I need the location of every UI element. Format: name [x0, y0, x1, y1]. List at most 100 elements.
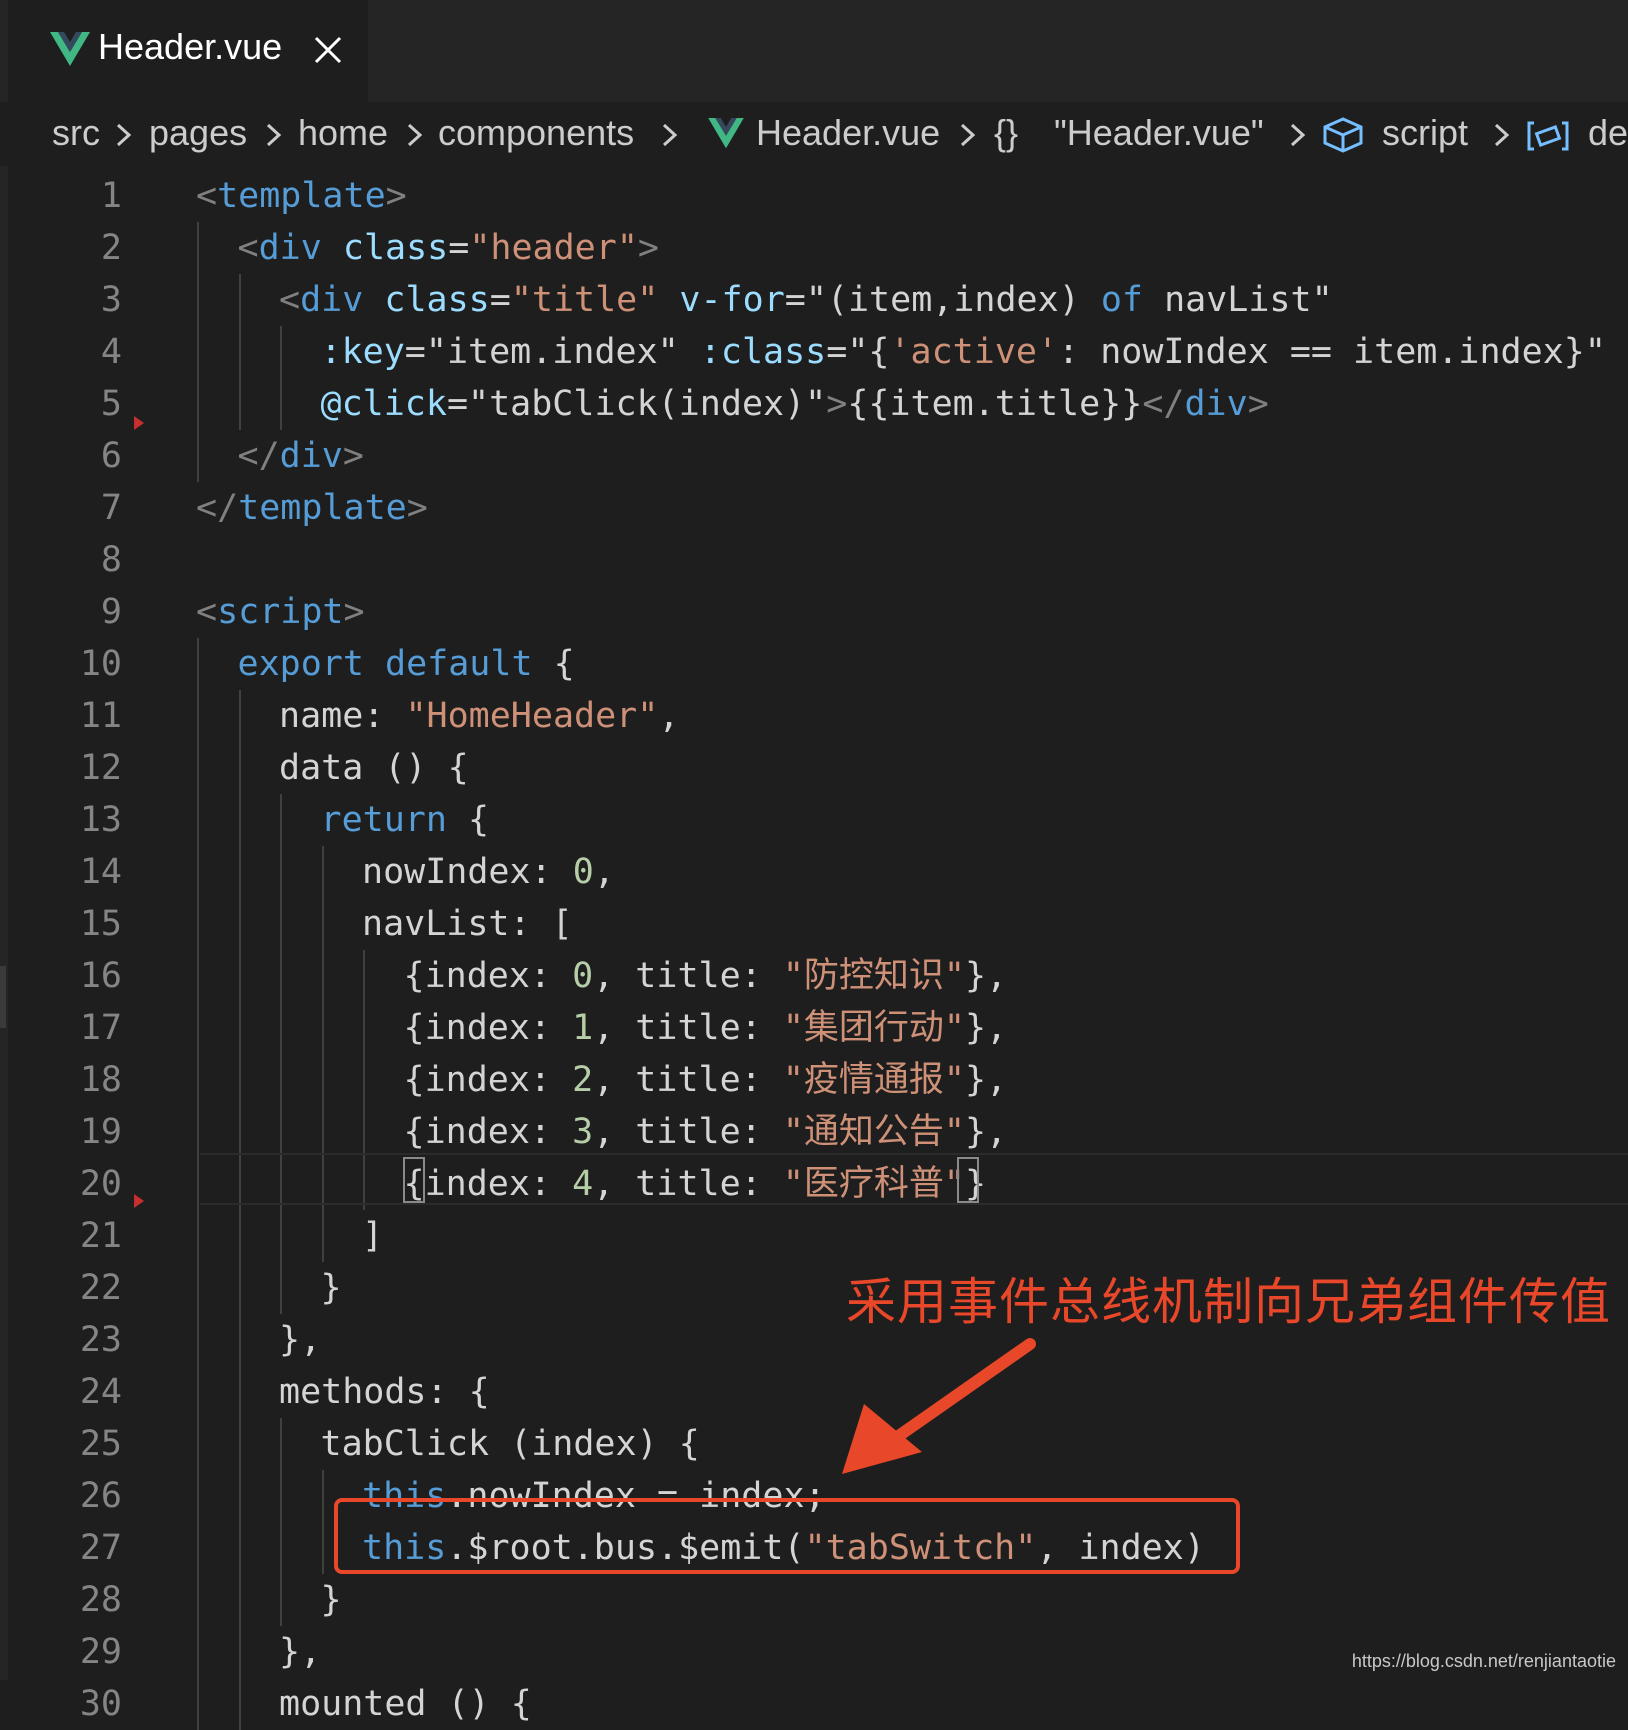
line-number: 13 [79, 800, 122, 840]
code-text: <div class="title" v-for="(item,index) o… [279, 274, 1333, 326]
code-token: > [826, 384, 848, 424]
code-token: }, [964, 1112, 1008, 1152]
line-number: 6 [100, 436, 122, 476]
code-line[interactable]: 3 <div class="title" v-for="(item,index) … [0, 274, 1628, 326]
code-text: mounted () { [279, 1678, 532, 1730]
breadcrumb-default[interactable]: de [1588, 112, 1628, 154]
line-number: 8 [100, 540, 122, 580]
code-line[interactable]: 20 {index: 4, title: "医疗科普"} [0, 1158, 1628, 1210]
code-line[interactable]: 21] [0, 1210, 1628, 1262]
code-token: , title: [593, 1060, 783, 1100]
code-editor[interactable]: 1 <template> 2 <div class="header"> 3 <div cl… [0, 166, 1628, 1730]
code-token: ="tabClick(index)" [446, 384, 827, 424]
tab-label: Header.vue [98, 26, 283, 67]
code-token: </ [237, 436, 280, 476]
code-token: < [237, 228, 259, 268]
breadcrumb-file[interactable]: Header.vue [756, 112, 940, 154]
code-text: tabClick (index) { [321, 1418, 700, 1470]
line-number: 24 [79, 1372, 122, 1412]
code-token: "医疗科普" [782, 1164, 965, 1204]
code-line[interactable]: 18 {index: 2, title: "疫情通报"}, [0, 1054, 1628, 1106]
close-icon[interactable] [312, 34, 344, 66]
line-number: 11 [79, 696, 122, 736]
code-token: < [196, 176, 218, 216]
line-number: 1 [100, 176, 122, 216]
breadcrumb-script[interactable]: script [1382, 112, 1468, 154]
code-line[interactable]: 1 <template> [0, 170, 1628, 222]
code-text: <script> [196, 586, 365, 638]
line-number: 30 [79, 1684, 122, 1724]
line-number: 4 [100, 332, 122, 372]
code-line[interactable]: 28} [0, 1574, 1628, 1626]
code-token: > [343, 592, 365, 632]
variable-icon [1527, 121, 1569, 151]
code-line[interactable]: 25 tabClick (index) { [0, 1418, 1628, 1470]
code-line[interactable]: 9 <script> [0, 586, 1628, 638]
breadcrumb: src pages home components Header.vue {} … [0, 102, 1628, 166]
breadcrumb-home[interactable]: home [298, 112, 388, 154]
code-line[interactable]: 17 {index: 1, title: "集团行动"}, [0, 1002, 1628, 1054]
code-token: ="(item,index) [784, 280, 1101, 320]
watermark: https://blog.csdn.net/renjiantaotie [1351, 1651, 1616, 1671]
code-token: "通知公告" [782, 1112, 965, 1152]
code-line[interactable]: 7 </template> [0, 482, 1628, 534]
line-number: 15 [79, 904, 122, 944]
chevron-right-icon [662, 123, 678, 147]
line-number: 18 [79, 1060, 122, 1100]
line-number: 19 [79, 1112, 122, 1152]
code-token: of [1100, 280, 1143, 320]
line-number: 12 [79, 748, 122, 788]
code-token: :key [320, 332, 405, 372]
code-token: , title: [593, 956, 783, 996]
code-text: {index: 2, title: "疫情通报"}, [404, 1054, 1008, 1106]
code-text: @click="tabClick(index)">{{item.title}}<… [321, 378, 1269, 430]
code-text: {index: 0, title: "防控知识"}, [404, 950, 1008, 1002]
code-text: :key="item.index" :class="{'active': now… [321, 326, 1606, 378]
chevron-right-icon [266, 123, 282, 147]
code-token: :class [699, 332, 827, 372]
breadcrumb-module[interactable]: "Header.vue" [1054, 112, 1264, 154]
code-token: 2 [572, 1060, 594, 1100]
code-text: return { [321, 794, 490, 846]
code-token: }, [964, 1060, 1008, 1100]
code-line[interactable]: 14 nowIndex: 0, [0, 846, 1628, 898]
code-token: } [320, 1580, 342, 1620]
code-line[interactable]: 6 </div> [0, 430, 1628, 482]
code-text: methods: { [279, 1366, 490, 1418]
chevron-right-icon [1290, 123, 1306, 147]
line-number: 29 [79, 1632, 122, 1672]
code-line[interactable]: 16 {index: 0, title: "防控知识"}, [0, 950, 1628, 1002]
code-line[interactable]: 4 :key="item.index" :class="{'active': no… [0, 326, 1628, 378]
tab-header-vue[interactable]: Header.vue [8, 0, 368, 102]
breadcrumb-components[interactable]: components [438, 112, 634, 154]
code-line[interactable]: 5 @click="tabClick(index)">{{item.title}}… [0, 378, 1628, 430]
code-line[interactable]: 13 return { [0, 794, 1628, 846]
code-line[interactable]: 15 navList: [ [0, 898, 1628, 950]
code-line[interactable]: 24 methods: { [0, 1366, 1628, 1418]
line-number: 14 [79, 852, 122, 892]
arrow-icon [842, 1338, 1036, 1474]
code-text: nowIndex: 0, [362, 846, 615, 898]
code-token: "集团行动" [782, 1008, 965, 1048]
breadcrumb-src[interactable]: src [52, 112, 100, 154]
breadcrumb-braces[interactable]: {} [994, 112, 1018, 154]
code-text: export default { [238, 638, 575, 690]
code-text: <div class="header"> [238, 222, 659, 274]
breadcrumb-pages[interactable]: pages [149, 112, 247, 154]
code-line[interactable]: 2 <div class="header"> [0, 222, 1628, 274]
code-token: class [342, 228, 449, 268]
code-line[interactable]: 11 name: "HomeHeader", [0, 690, 1628, 742]
vue-logo-icon [50, 32, 90, 66]
code-token: class [384, 280, 490, 320]
line-number: 21 [79, 1216, 122, 1256]
code-text: }, [279, 1314, 321, 1366]
code-line[interactable]: 8 [0, 534, 1628, 586]
code-token: methods: { [279, 1372, 490, 1412]
code-token: ="item.index" [404, 332, 700, 372]
code-line[interactable]: 12 data () { [0, 742, 1628, 794]
code-line[interactable]: 10 export default { [0, 638, 1628, 690]
code-line[interactable]: 30 mounted () { [0, 1678, 1628, 1730]
code-line[interactable]: 19 {index: 3, title: "通知公告"}, [0, 1106, 1628, 1158]
